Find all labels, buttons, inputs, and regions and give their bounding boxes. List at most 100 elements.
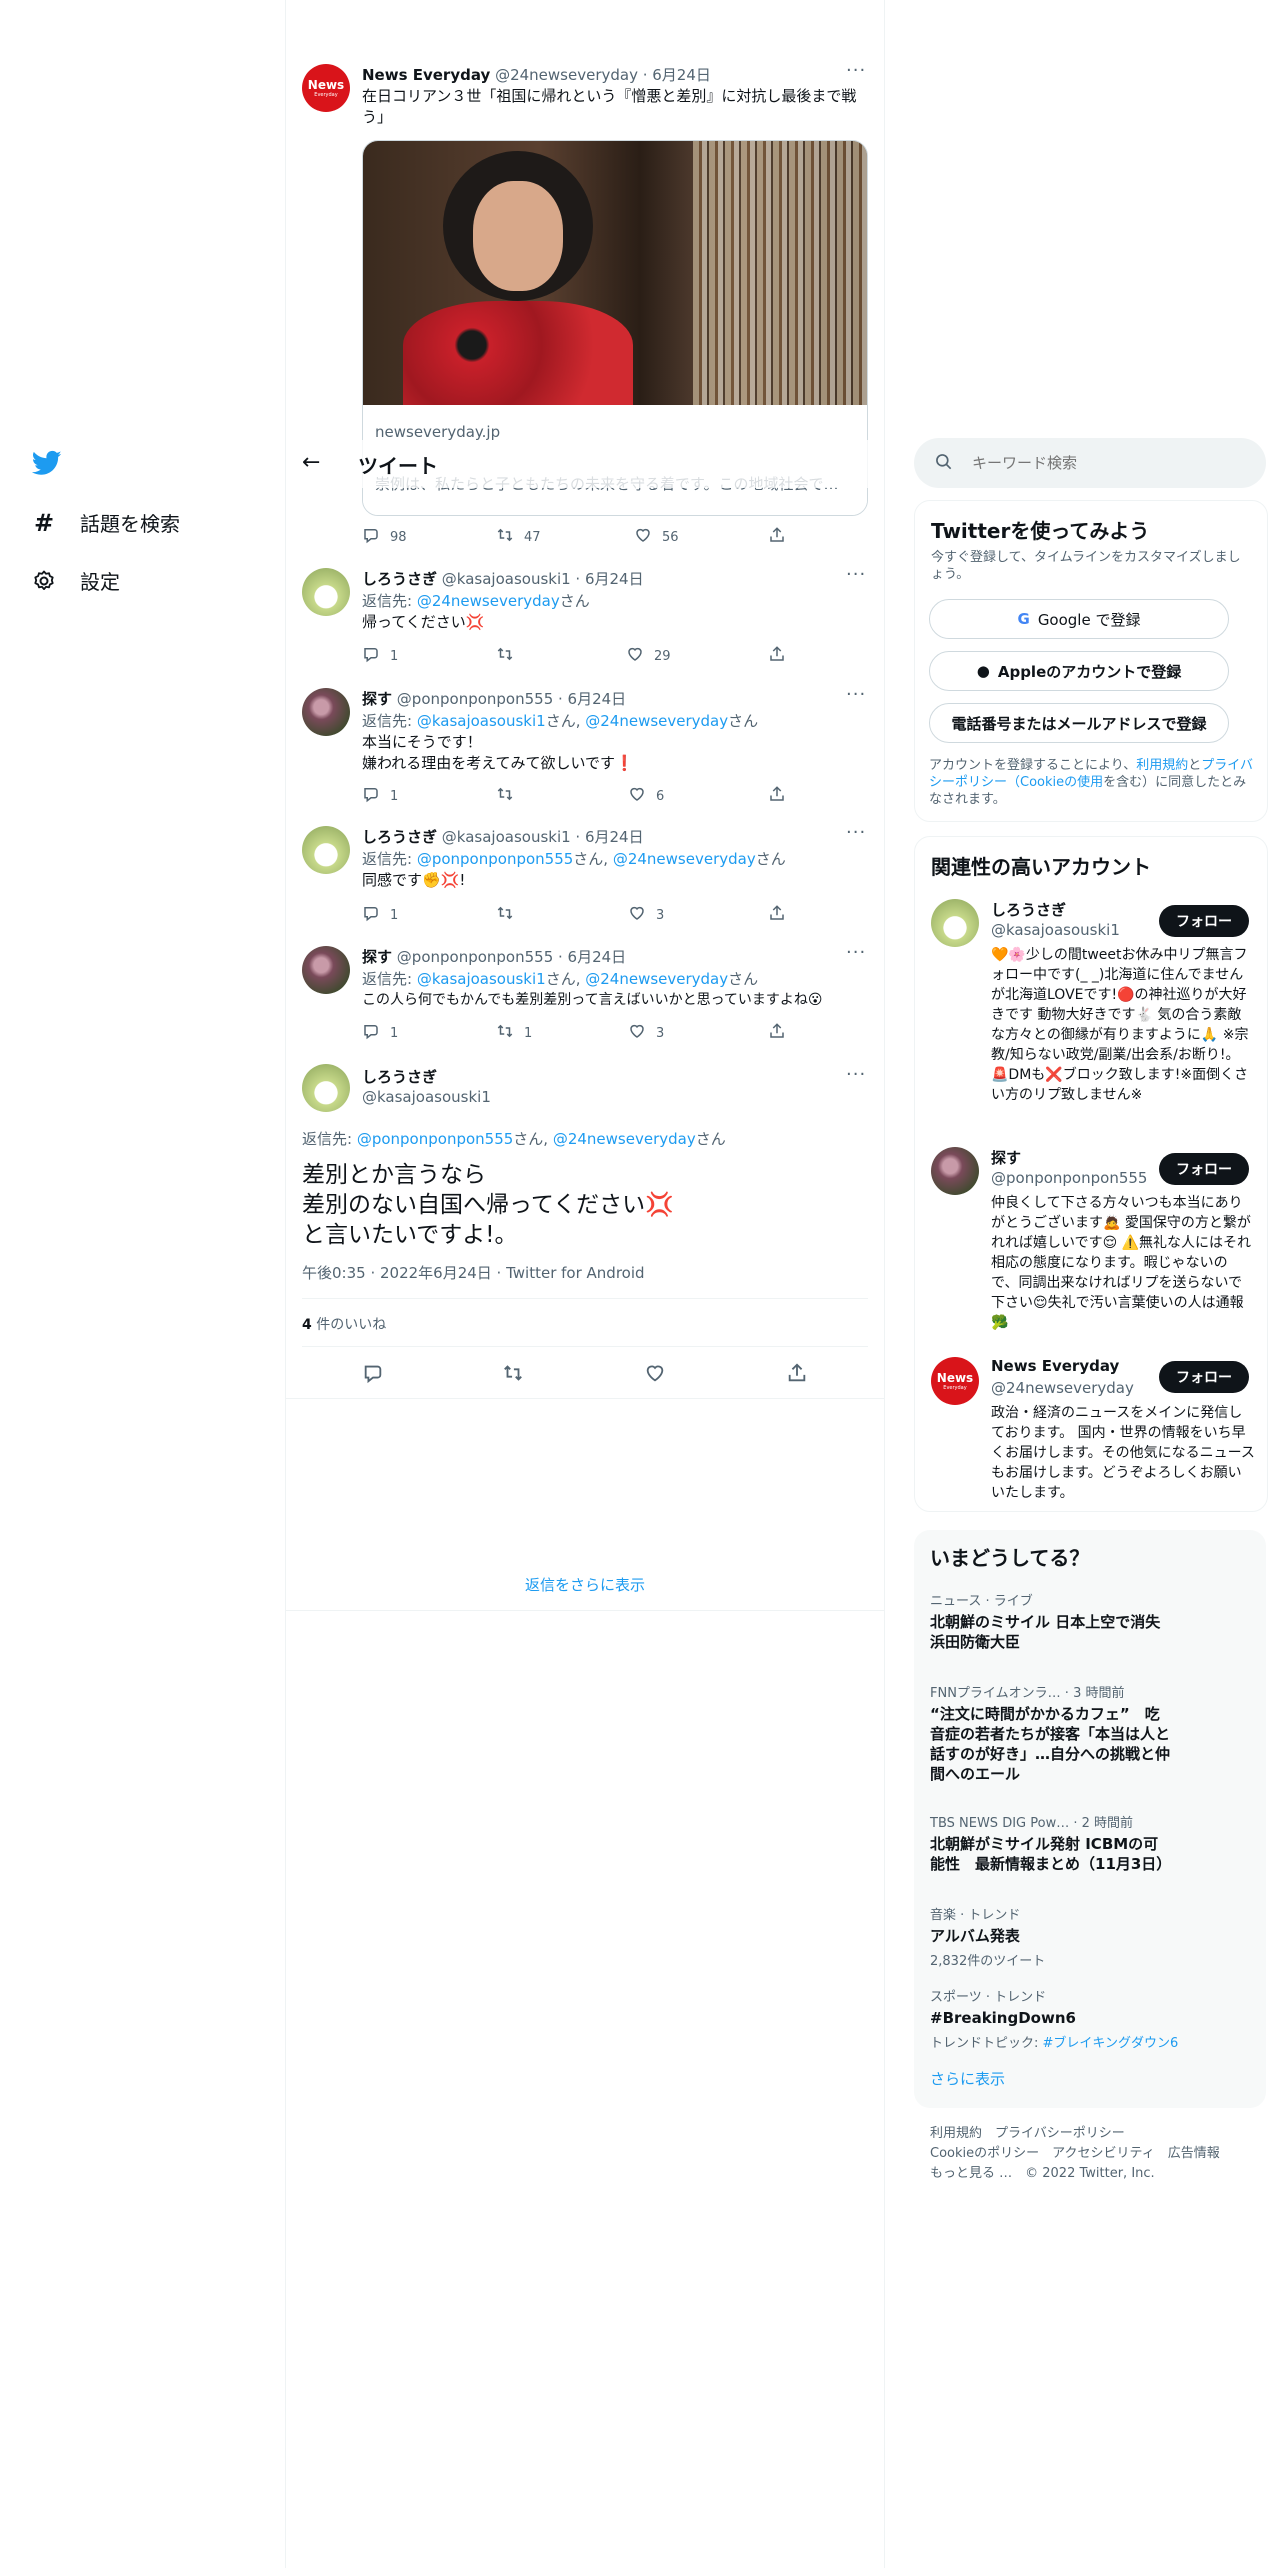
account-name[interactable]: 探す bbox=[991, 1147, 1021, 1168]
avatar[interactable] bbox=[302, 568, 350, 616]
like-button[interactable]: 56 bbox=[634, 526, 679, 548]
avatar[interactable] bbox=[931, 1147, 979, 1195]
author-name[interactable]: しろうさぎ bbox=[362, 828, 437, 846]
author-name[interactable]: News Everyday bbox=[362, 66, 490, 84]
avatar[interactable] bbox=[302, 946, 350, 994]
reply-icon bbox=[362, 785, 380, 807]
avatar[interactable]: News Everyday bbox=[931, 1357, 979, 1405]
search-bar[interactable] bbox=[914, 438, 1266, 488]
terms-link[interactable]: 利用規約 bbox=[1136, 758, 1188, 773]
more-icon[interactable]: ··· bbox=[846, 564, 866, 585]
back-arrow-icon[interactable]: ← bbox=[302, 450, 320, 475]
follow-button[interactable]: フォロー bbox=[1159, 1153, 1249, 1185]
trend-item[interactable]: スポーツ · トレンド #BreakingDown6 トレンドトピック: #ブレ… bbox=[914, 1982, 1266, 2052]
reply-icon bbox=[362, 526, 380, 548]
more-icon[interactable]: ··· bbox=[846, 942, 866, 963]
share-button[interactable] bbox=[768, 526, 786, 548]
trend-meta: 音楽 · トレンド bbox=[930, 1908, 1021, 1923]
tweet-page-header: ← ツイート bbox=[286, 440, 884, 488]
more-icon[interactable]: ··· bbox=[846, 60, 866, 81]
author-handle: @ponponponpon555 · 6月24日 bbox=[396, 690, 627, 708]
reply-button[interactable]: 1 bbox=[362, 785, 398, 807]
heart-icon[interactable] bbox=[644, 1362, 666, 1388]
retweet-count: 1 bbox=[524, 1025, 533, 1041]
avatar[interactable] bbox=[302, 826, 350, 874]
avatar[interactable]: News Everyday bbox=[302, 64, 350, 112]
like-button[interactable]: 29 bbox=[626, 645, 671, 667]
avatar[interactable] bbox=[302, 688, 350, 736]
trend-item[interactable]: FNNプライムオンラ… · 3 時間前 “注文に時間がかかるカフェ” 吃音症の若… bbox=[914, 1678, 1266, 1798]
reply-button[interactable]: 1 bbox=[362, 1022, 398, 1044]
mention-link[interactable]: @24newseveryday bbox=[613, 850, 756, 868]
retweet-button[interactable]: 47 bbox=[496, 526, 541, 548]
tweet-header: しろうさぎ @kasajoasouski1 · 6月24日 bbox=[362, 826, 644, 847]
like-count: 6 bbox=[656, 788, 665, 804]
avatar[interactable] bbox=[931, 899, 979, 947]
author-name[interactable]: 探す bbox=[362, 948, 392, 966]
gear-icon bbox=[32, 569, 56, 593]
google-signup-button[interactable]: G Google で登録 bbox=[929, 599, 1229, 639]
retweet-button[interactable]: 1 bbox=[496, 1022, 532, 1044]
footer-line[interactable]: 利用規約 プライバシーポリシー bbox=[930, 2124, 1220, 2144]
trend-item[interactable]: TBS NEWS DIG Pow… · 2 時間前 北朝鮮がミサイル発射 ICB… bbox=[914, 1808, 1266, 1878]
reply-button[interactable]: 98 bbox=[362, 526, 407, 548]
account-name[interactable]: News Everyday bbox=[991, 1357, 1119, 1375]
account-bio: 政治・経済のニュースをメインに発信しております。 国内・世界の情報をいち早くお届… bbox=[991, 1405, 1255, 1501]
signup-subtitle: 今すぐ登録して、タイムラインをカスタマイズしましょう。 bbox=[931, 550, 1241, 582]
more-icon[interactable]: ··· bbox=[846, 822, 866, 843]
mention-link[interactable]: @ponponponpon555 bbox=[357, 1130, 513, 1148]
like-button[interactable]: 6 bbox=[628, 785, 664, 807]
mention-link[interactable]: @kasajoasouski1 bbox=[417, 970, 546, 988]
share-button[interactable] bbox=[768, 1022, 786, 1044]
main-tweet-actions bbox=[302, 1362, 868, 1386]
trend-title: 北朝鮮のミサイル 日本上空で消失 浜田防衛大臣 bbox=[930, 1613, 1176, 1651]
like-button[interactable]: 3 bbox=[628, 904, 664, 926]
reply-button[interactable]: 1 bbox=[362, 904, 398, 926]
author-name[interactable]: 探す bbox=[362, 690, 392, 708]
retweet-icon[interactable] bbox=[502, 1362, 524, 1388]
likes-summary[interactable]: 4 件のいいね bbox=[302, 1314, 386, 1334]
phone-signup-button[interactable]: 電話番号またはメールアドレスで登録 bbox=[929, 703, 1229, 743]
nav-explore[interactable]: # 話題を検索 bbox=[32, 508, 180, 537]
retweet-button[interactable] bbox=[496, 645, 524, 667]
mention-link[interactable]: @24newseveryday bbox=[553, 1130, 696, 1148]
retweet-button[interactable] bbox=[496, 904, 524, 926]
account-bio: 仲良くして下さる方々いつも本当にありがとうございます🙇 愛国保守の方と繋がれれば… bbox=[991, 1195, 1252, 1331]
show-more-trends-link[interactable]: さらに表示 bbox=[930, 2068, 1005, 2089]
mention-link[interactable]: @24newseveryday bbox=[585, 712, 728, 730]
more-icon[interactable]: ··· bbox=[846, 1064, 866, 1085]
share-button[interactable] bbox=[768, 904, 786, 926]
apple-signup-button[interactable]: ● Appleのアカウントで登録 bbox=[929, 651, 1229, 691]
account-handle: @kasajoasouski1 bbox=[991, 921, 1120, 939]
mention-link[interactable]: @24newseveryday bbox=[417, 592, 560, 610]
show-more-replies-link[interactable]: 返信をさらに表示 bbox=[286, 1574, 884, 1595]
avatar[interactable] bbox=[302, 1064, 350, 1112]
follow-button[interactable]: フォロー bbox=[1159, 905, 1249, 937]
share-icon[interactable] bbox=[786, 1362, 808, 1388]
trend-item[interactable]: ニュース · ライブ 北朝鮮のミサイル 日本上空で消失 浜田防衛大臣 bbox=[914, 1586, 1266, 1666]
more-icon[interactable]: ··· bbox=[846, 684, 866, 705]
author-name[interactable]: しろうさぎ bbox=[362, 1066, 437, 1087]
footer-line[interactable]: もっと見る … © 2022 Twitter, Inc. bbox=[930, 2164, 1220, 2184]
follow-button[interactable]: フォロー bbox=[1159, 1361, 1249, 1393]
retweet-button[interactable] bbox=[496, 785, 524, 807]
reply-button[interactable]: 1 bbox=[362, 645, 398, 667]
trend-item[interactable]: 音楽 · トレンド アルバム発表 2,832件のツイート bbox=[914, 1900, 1266, 1970]
tweet-timestamp[interactable]: 午後0:35 · 2022年6月24日 · Twitter for Androi… bbox=[302, 1262, 645, 1283]
mention-link[interactable]: @kasajoasouski1 bbox=[417, 712, 546, 730]
search-input[interactable] bbox=[970, 450, 1244, 476]
reply-context: 返信先: @24newseverydayさん bbox=[362, 592, 590, 610]
mention-link[interactable]: @24newseveryday bbox=[585, 970, 728, 988]
reply-icon[interactable] bbox=[362, 1362, 384, 1388]
account-name[interactable]: しろうさぎ bbox=[991, 899, 1066, 920]
author-name[interactable]: しろうさぎ bbox=[362, 570, 437, 588]
mention-link[interactable]: @ponponponpon555 bbox=[417, 850, 573, 868]
footer-line[interactable]: Cookieのポリシー アクセシビリティ 広告情報 bbox=[930, 2144, 1220, 2164]
twitter-logo-icon[interactable] bbox=[31, 448, 62, 478]
trend-topic: トレンドトピック: #ブレイキングダウン6 bbox=[930, 2036, 1179, 2051]
share-button[interactable] bbox=[768, 785, 786, 807]
related-accounts-panel: 関連性の高いアカウント しろうさぎ @kasajoasouski1 フォロー 🧡… bbox=[914, 836, 1268, 1512]
nav-settings[interactable]: 設定 bbox=[32, 566, 120, 595]
like-button[interactable]: 3 bbox=[628, 1022, 664, 1044]
share-button[interactable] bbox=[768, 645, 786, 667]
